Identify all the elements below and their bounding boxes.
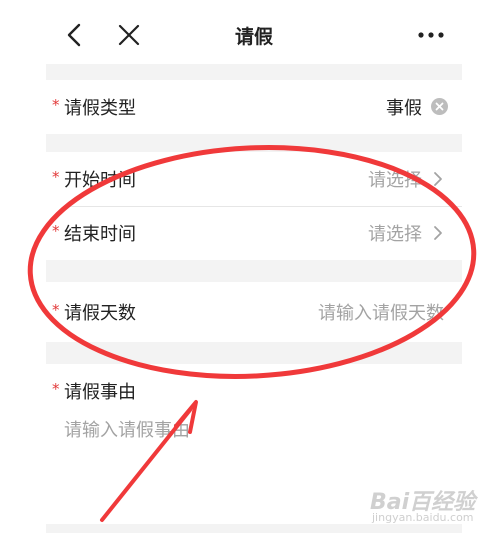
time-card: * 开始时间 请选择 * 结束时间 请选择	[46, 152, 462, 260]
required-mark: *	[52, 96, 60, 114]
start-time-row[interactable]: * 开始时间 请选择	[46, 152, 462, 206]
required-mark: *	[52, 168, 60, 186]
end-time-picker[interactable]: 请选择	[368, 220, 422, 246]
start-time-picker[interactable]: 请选择	[368, 166, 422, 192]
days-label: 请假天数	[64, 303, 136, 324]
days-row[interactable]: * 请假天数 请输入请假天数	[46, 282, 462, 342]
clear-icon[interactable]	[431, 98, 448, 115]
nav-bar: 请假	[46, 4, 462, 64]
leave-type-row[interactable]: * 请假类型 事假	[46, 80, 462, 134]
leave-type-value[interactable]: 事假	[386, 94, 422, 120]
days-card: * 请假天数 请输入请假天数	[46, 282, 462, 342]
chevron-right-icon	[434, 226, 442, 240]
required-mark: *	[52, 222, 60, 240]
phone-screen: 请假 * 请假类型 事假 * 开始时间 请选择 * 结束时间 请选择 * 请假天…	[46, 0, 462, 533]
required-mark: *	[52, 301, 60, 319]
leave-type-label: 请假类型	[64, 98, 136, 119]
more-icon[interactable]	[416, 24, 446, 46]
leave-type-card: * 请假类型 事假	[46, 80, 462, 134]
page-title: 请假	[234, 26, 273, 48]
reason-label: 请假事由	[64, 382, 136, 403]
watermark-url: jingyan.baidu.com	[372, 511, 474, 524]
end-time-row[interactable]: * 结束时间 请选择	[46, 206, 462, 260]
days-input[interactable]: 请输入请假天数	[318, 299, 444, 325]
chevron-right-icon	[434, 172, 442, 186]
required-mark: *	[52, 380, 60, 398]
start-time-label: 开始时间	[64, 170, 136, 191]
row-divider	[64, 206, 462, 207]
end-time-label: 结束时间	[64, 224, 136, 245]
